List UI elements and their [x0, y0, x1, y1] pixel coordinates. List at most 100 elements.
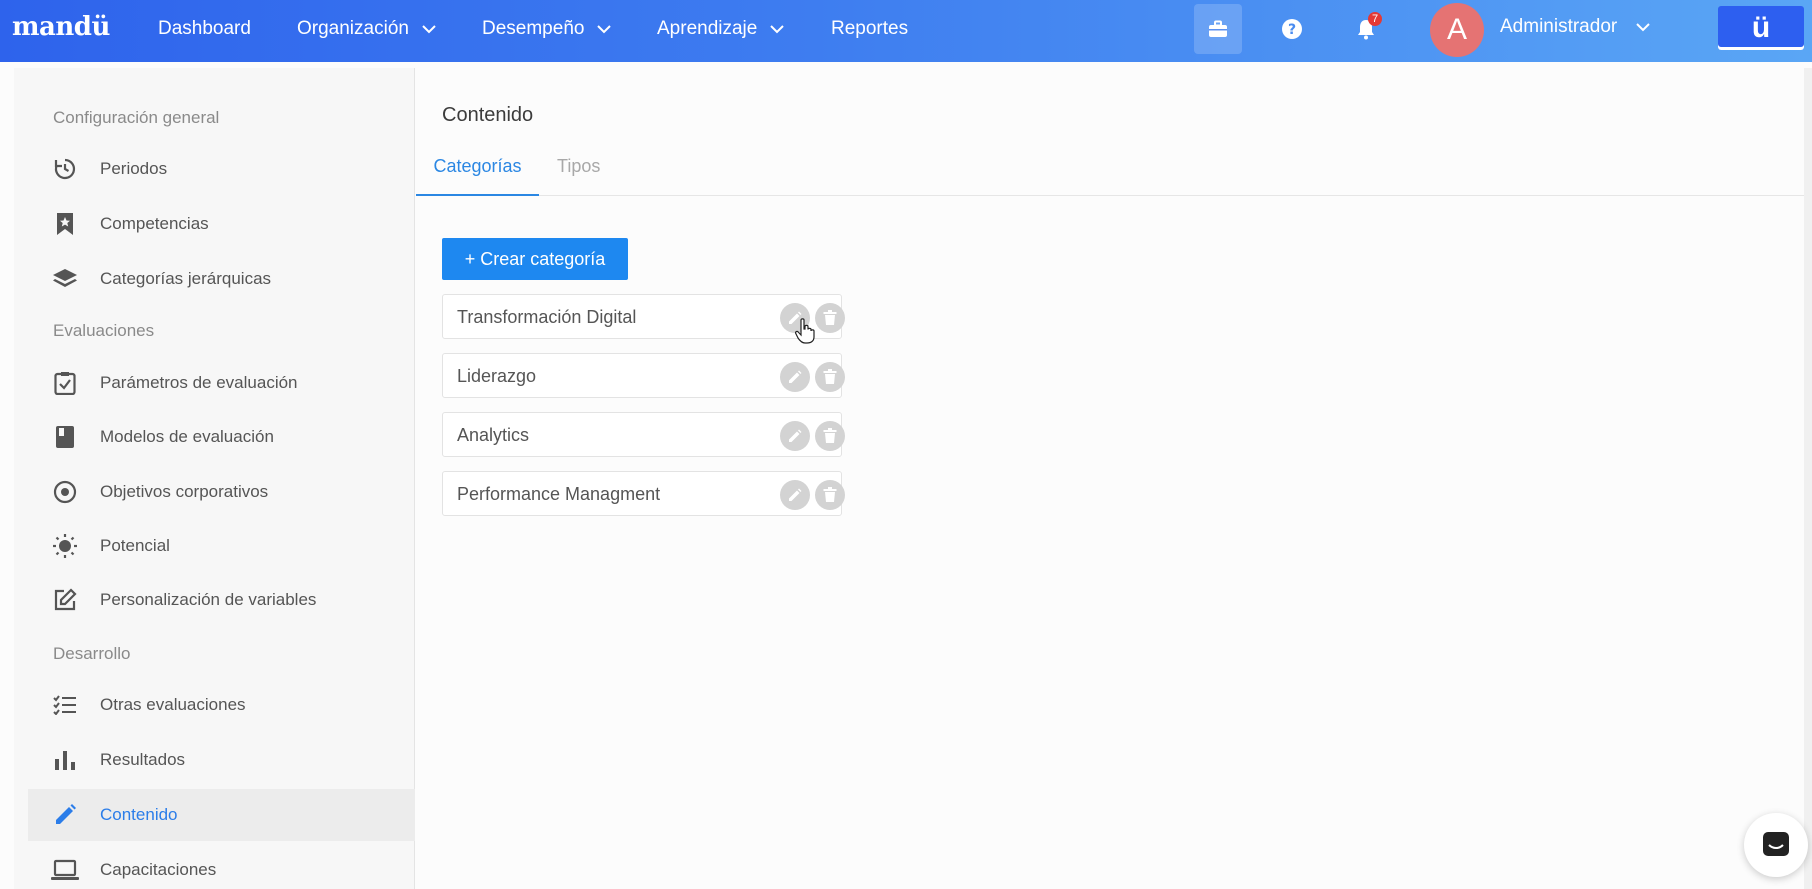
sidebar-item-periodos[interactable]: Periodos — [28, 143, 415, 195]
edit-square-icon — [50, 585, 80, 615]
chevron-down-icon — [770, 25, 785, 34]
pencil-icon — [789, 370, 802, 383]
sidebar: Configuración general Periodos Competenc… — [14, 68, 415, 889]
trash-icon — [823, 487, 837, 502]
tab-tipos[interactable]: Tipos — [557, 150, 600, 196]
nav-organizacion[interactable]: Organización — [297, 18, 437, 40]
nav-reportes[interactable]: Reportes — [831, 18, 908, 40]
edit-button[interactable] — [780, 421, 810, 451]
sidebar-item-label: Periodos — [100, 159, 168, 178]
sidebar-item-label: Contenido — [100, 805, 178, 824]
sidebar-item-competencias[interactable]: Competencias — [28, 198, 415, 250]
category-row: Liderazgo — [442, 353, 845, 398]
nav-dashboard-label: Dashboard — [158, 18, 251, 39]
sidebar-item-label: Potencial — [100, 536, 170, 555]
sidebar-item-label: Capacitaciones — [100, 860, 217, 879]
sidebar-item-label: Otras evaluaciones — [100, 695, 246, 714]
category-name: Liderazgo — [457, 366, 537, 386]
nav-desempeno[interactable]: Desempeño — [482, 18, 612, 40]
trash-icon — [823, 428, 837, 443]
sidebar-item-label: Modelos de evaluación — [100, 427, 274, 446]
sidebar-item-label: Resultados — [100, 750, 186, 769]
avatar[interactable]: A — [1430, 3, 1484, 57]
nav-desempeno-label: Desempeño — [482, 18, 585, 39]
nav-dashboard[interactable]: Dashboard — [158, 18, 251, 40]
sidebar-item-objetivos[interactable]: Objetivos corporativos — [28, 466, 415, 518]
notification-badge: 7 — [1368, 12, 1383, 26]
brand-mark[interactable]: ü — [1718, 6, 1804, 50]
category-name: Analytics — [457, 425, 530, 445]
sidebar-item-otras-evaluaciones[interactable]: Otras evaluaciones — [28, 679, 415, 731]
sidebar-item-personalizacion[interactable]: Personalización de variables — [28, 574, 415, 626]
pencil-icon — [789, 429, 802, 442]
category-row: Transformación Digital — [442, 294, 845, 339]
main-content: Contenido Categorías Tipos + Crear categ… — [416, 68, 1812, 889]
layers-icon — [50, 264, 80, 294]
sidebar-item-label: Objetivos corporativos — [100, 482, 269, 501]
chat-icon — [1763, 832, 1789, 856]
clipboard-check-icon — [50, 368, 80, 398]
sidebar-item-capacitaciones[interactable]: Capacitaciones — [28, 844, 415, 889]
trash-icon — [823, 310, 837, 325]
user-name-label: Administrador — [1500, 16, 1618, 37]
edit-button[interactable] — [780, 480, 810, 510]
sidebar-item-parametros[interactable]: Parámetros de evaluación — [28, 357, 415, 409]
bar-chart-icon — [50, 745, 80, 775]
laptop-icon — [50, 855, 80, 885]
pencil-icon — [50, 800, 80, 830]
sidebar-item-label: Categorías jerárquicas — [100, 269, 272, 288]
svg-text:?: ? — [1288, 22, 1296, 38]
chevron-down-icon — [422, 25, 436, 34]
delete-button[interactable] — [815, 480, 845, 510]
category-row: Performance Managment — [442, 471, 845, 516]
chevron-down-icon — [1636, 23, 1650, 32]
sidebar-item-label: Competencias — [100, 214, 209, 233]
notifications-button[interactable]: 7 — [1342, 4, 1390, 54]
nav-organizacion-label: Organización — [297, 18, 409, 39]
sidebar-item-potencial[interactable]: Potencial — [28, 520, 415, 572]
top-navbar: mandü Dashboard Organización Desempeño A… — [0, 0, 1812, 62]
help-icon: ? — [1282, 19, 1302, 39]
target-icon — [50, 477, 80, 507]
edit-button[interactable] — [780, 362, 810, 392]
pencil-icon — [789, 488, 802, 501]
sidebar-item-label: Parámetros de evaluación — [100, 373, 298, 392]
briefcase-button[interactable] — [1194, 4, 1242, 54]
tab-categorias-label: Categorías — [433, 156, 522, 176]
sun-icon — [50, 531, 80, 561]
chevron-down-icon — [597, 25, 612, 34]
tab-bar: Categorías Tipos — [416, 150, 1812, 196]
scrollbar[interactable] — [1804, 68, 1812, 889]
page-title: Contenido — [442, 104, 534, 126]
create-category-button[interactable]: + Crear categoría — [442, 238, 628, 280]
book-icon — [50, 422, 80, 452]
sidebar-item-label: Personalización de variables — [100, 590, 317, 609]
chat-widget-button[interactable] — [1744, 813, 1808, 877]
checklist-icon — [50, 690, 80, 720]
nav-reportes-label: Reportes — [831, 18, 909, 39]
sidebar-section-title: Desarrollo — [53, 644, 131, 663]
nav-aprendizaje[interactable]: Aprendizaje — [657, 18, 785, 40]
sidebar-section-title: Configuración general — [53, 108, 220, 127]
trash-icon — [823, 369, 837, 384]
tab-tipos-label: Tipos — [557, 156, 601, 176]
category-name: Performance Managment — [457, 484, 661, 504]
sidebar-item-resultados[interactable]: Resultados — [28, 734, 415, 786]
sidebar-item-categorias-jerarquicas[interactable]: Categorías jerárquicas — [28, 253, 415, 305]
hand-cursor-icon — [795, 318, 815, 344]
user-menu[interactable]: Administrador — [1500, 16, 1651, 38]
delete-button[interactable] — [815, 362, 845, 392]
tab-categorias[interactable]: Categorías — [416, 150, 539, 196]
nav-aprendizaje-label: Aprendizaje — [657, 18, 758, 39]
briefcase-icon — [1209, 20, 1227, 37]
delete-button[interactable] — [815, 421, 845, 451]
history-icon — [50, 154, 80, 184]
category-row: Analytics — [442, 412, 845, 457]
delete-button[interactable] — [815, 303, 845, 333]
sidebar-item-modelos[interactable]: Modelos de evaluación — [28, 411, 415, 463]
mandu-logo[interactable]: mandü — [12, 12, 110, 42]
sidebar-section-title: Evaluaciones — [53, 321, 155, 340]
sidebar-item-contenido[interactable]: Contenido — [28, 789, 415, 841]
help-button[interactable]: ? — [1268, 4, 1316, 54]
bookmark-star-icon — [50, 209, 80, 239]
